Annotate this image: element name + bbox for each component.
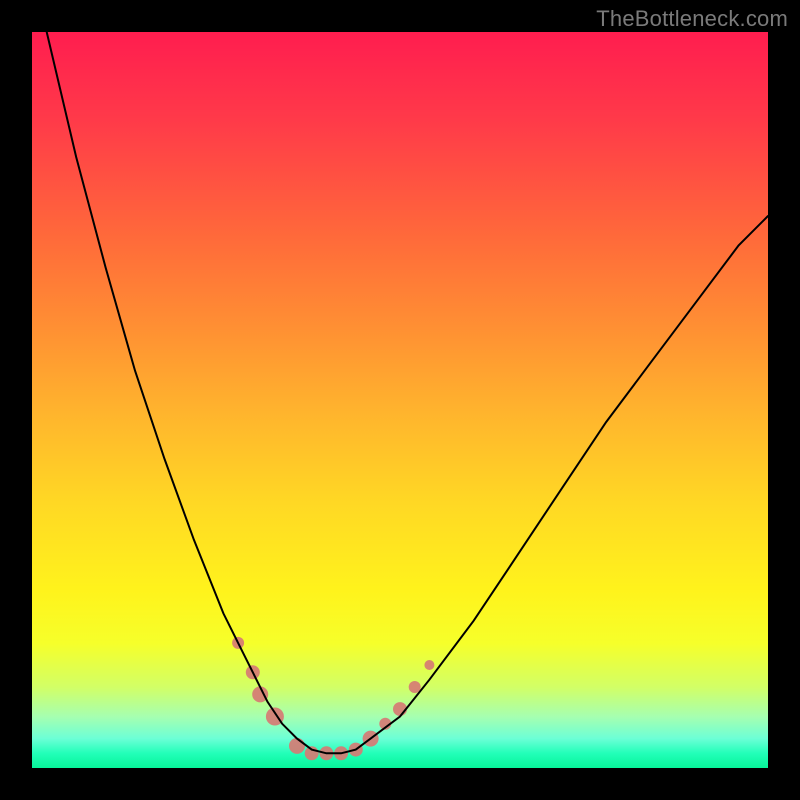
marker-dot xyxy=(424,660,434,670)
marker-dot xyxy=(289,738,305,754)
marker-dot xyxy=(409,681,421,693)
marker-dots xyxy=(232,637,434,760)
plot-area xyxy=(32,32,768,768)
bottleneck-curve xyxy=(47,32,768,753)
curve-svg xyxy=(32,32,768,768)
chart-frame: TheBottleneck.com xyxy=(0,0,800,800)
watermark-text: TheBottleneck.com xyxy=(596,6,788,32)
